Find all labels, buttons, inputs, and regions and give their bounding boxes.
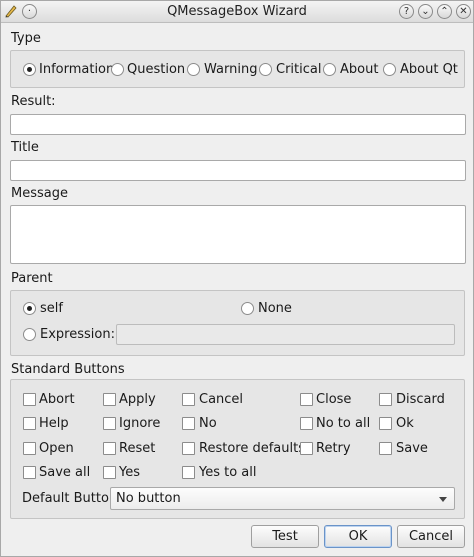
- minimize-icon: ⌄: [421, 6, 430, 17]
- checkbox-yes[interactable]: [103, 466, 116, 479]
- message-box-wizard-window: · QMessageBox Wizard ? ⌄ ⌃ ✕ Type Inform…: [0, 0, 474, 557]
- checkbox-cancel[interactable]: [182, 393, 195, 406]
- checkbox-label-yes: Yes: [119, 465, 140, 480]
- expression-field[interactable]: [116, 324, 455, 345]
- checkbox-ok[interactable]: [379, 417, 392, 430]
- ok-button[interactable]: OK: [324, 525, 392, 548]
- checkbox-close[interactable]: [300, 393, 313, 406]
- checkbox-discard[interactable]: [379, 393, 392, 406]
- type-radio-warning[interactable]: [187, 63, 200, 76]
- checkbox-label-ignore: Ignore: [119, 416, 161, 431]
- checkbox-label-save-all: Save all: [39, 465, 91, 480]
- checkbox-label-retry: Retry: [316, 441, 351, 456]
- checkbox-label-abort: Abort: [39, 392, 75, 407]
- message-label: Message: [11, 186, 68, 201]
- checkbox-save[interactable]: [379, 442, 392, 455]
- checkbox-label-help: Help: [39, 416, 69, 431]
- checkbox-label-discard: Discard: [396, 392, 445, 407]
- maximize-icon: ⌃: [440, 6, 449, 17]
- help-icon: ?: [403, 6, 410, 17]
- type-radio-critical[interactable]: [259, 63, 272, 76]
- title-label: Title: [11, 140, 39, 155]
- checkbox-no[interactable]: [182, 417, 195, 430]
- checkbox-label-apply: Apply: [119, 392, 156, 407]
- checkbox-label-restore-defaults: Restore defaults: [199, 441, 305, 456]
- checkbox-open[interactable]: [23, 442, 36, 455]
- help-button[interactable]: ?: [399, 4, 414, 19]
- parent-radio-self[interactable]: [23, 302, 36, 315]
- parent-radio-none[interactable]: [241, 302, 254, 315]
- checkbox-abort[interactable]: [23, 393, 36, 406]
- checkbox-save-all[interactable]: [23, 466, 36, 479]
- parent-self-label: self: [40, 301, 63, 316]
- maximize-button[interactable]: ⌃: [437, 4, 452, 19]
- close-icon: ✕: [459, 6, 468, 17]
- default-button-combo[interactable]: No button: [110, 487, 455, 510]
- message-field[interactable]: [10, 205, 466, 264]
- checkbox-ignore[interactable]: [103, 417, 116, 430]
- parent-expression-label: Expression:: [40, 327, 115, 342]
- type-option-label: Information: [39, 62, 115, 77]
- checkbox-restore-defaults[interactable]: [182, 442, 195, 455]
- checkbox-label-close: Close: [316, 392, 352, 407]
- minimize-button[interactable]: ⌄: [418, 4, 433, 19]
- checkbox-label-no: No: [199, 416, 217, 431]
- type-radio-information[interactable]: [23, 63, 36, 76]
- default-button-label: Default Button:: [22, 491, 122, 506]
- type-radio-about-qt[interactable]: [383, 63, 396, 76]
- type-option-label: Warning: [204, 62, 258, 77]
- checkbox-help[interactable]: [23, 417, 36, 430]
- type-option-label: About Qt: [400, 62, 458, 77]
- standard-buttons-label: Standard Buttons: [11, 362, 125, 377]
- checkbox-label-no-to-all: No to all: [316, 416, 371, 431]
- parent-group-label: Parent: [11, 271, 53, 286]
- result-label: Result:: [11, 94, 56, 109]
- standard-buttons-group: Abort Apply Cancel Close Discard Help Ig…: [10, 379, 465, 519]
- default-button-value: No button: [116, 491, 181, 506]
- checkbox-label-cancel: Cancel: [199, 392, 244, 407]
- checkbox-label-yes-to-all: Yes to all: [199, 465, 257, 480]
- checkbox-label-open: Open: [39, 441, 74, 456]
- parent-radio-expression[interactable]: [23, 328, 36, 341]
- title-bar[interactable]: · QMessageBox Wizard ? ⌄ ⌃ ✕: [1, 1, 473, 23]
- type-option-label: Critical: [276, 62, 322, 77]
- type-group: Information Question Warning Critical Ab…: [10, 50, 465, 88]
- type-radio-about[interactable]: [323, 63, 336, 76]
- result-field[interactable]: [10, 114, 466, 135]
- type-option-label: Question: [127, 62, 186, 77]
- type-radio-question[interactable]: [111, 63, 124, 76]
- checkbox-apply[interactable]: [103, 393, 116, 406]
- checkbox-retry[interactable]: [300, 442, 313, 455]
- parent-none-label: None: [258, 301, 292, 316]
- type-group-label: Type: [11, 31, 41, 46]
- checkbox-yes-to-all[interactable]: [182, 466, 195, 479]
- checkbox-no-to-all[interactable]: [300, 417, 313, 430]
- close-button[interactable]: ✕: [456, 4, 471, 19]
- test-button[interactable]: Test: [251, 525, 319, 548]
- dropdown-arrow-icon: [439, 497, 447, 502]
- title-field[interactable]: [10, 160, 466, 181]
- checkbox-label-reset: Reset: [119, 441, 156, 456]
- type-option-label: About: [340, 62, 379, 77]
- checkbox-label-ok: Ok: [396, 416, 414, 431]
- checkbox-label-save: Save: [396, 441, 428, 456]
- cancel-button[interactable]: Cancel: [397, 525, 465, 548]
- checkbox-reset[interactable]: [103, 442, 116, 455]
- parent-group: self None Expression:: [10, 290, 465, 356]
